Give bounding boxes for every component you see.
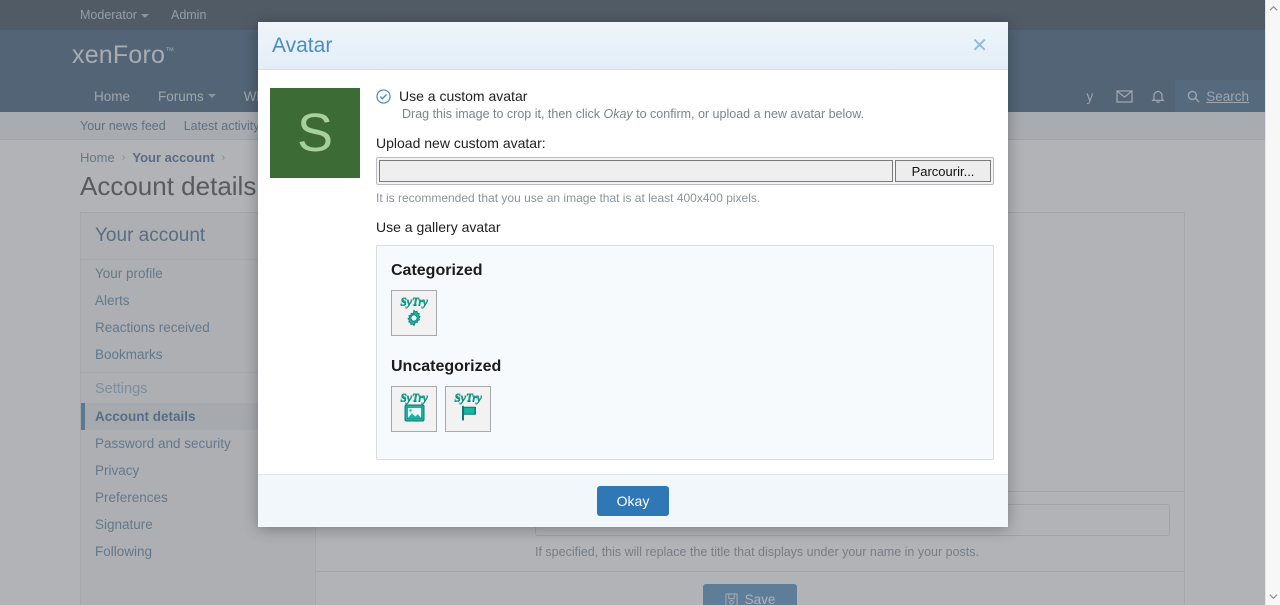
avatar-dialog-header: Avatar ✕ <box>258 22 1008 70</box>
use-custom-avatar-label: Use a custom avatar <box>399 88 527 104</box>
use-custom-avatar-option[interactable]: Use a custom avatar <box>376 88 994 104</box>
file-path-input[interactable] <box>379 160 893 182</box>
avatar-dialog-title: Avatar <box>272 34 965 58</box>
okay-button[interactable]: Okay <box>597 486 670 516</box>
image-icon <box>404 404 425 422</box>
flag-icon <box>458 404 479 422</box>
avatar-dialog-body: S Use a custom avatar Drag this image to… <box>258 70 1008 474</box>
screen: Moderator Admin xenForo™ Home Forums Wh … <box>0 0 1280 605</box>
avatar-gallery: Categorized SyTry Uncategorized <box>376 245 994 460</box>
gallery-avatar-flag[interactable]: SyTry <box>445 386 491 432</box>
avatar-dialog: Avatar ✕ S Use a custom avatar Drag this… <box>258 22 1008 527</box>
desc-emphasis: Okay <box>603 107 632 121</box>
gallery-group-uncategorized: SyTry SyTry <box>391 386 979 432</box>
custom-avatar-description: Drag this image to crop it, then click O… <box>402 107 994 121</box>
scroll-up-arrow-icon[interactable] <box>1266 0 1280 17</box>
browser-scrollbar[interactable] <box>1265 0 1280 605</box>
gallery-avatar-gear[interactable]: SyTry <box>391 290 437 336</box>
scroll-down-arrow-icon[interactable] <box>1266 588 1280 605</box>
check-circle-icon <box>376 89 391 104</box>
gallery-label: Use a gallery avatar <box>376 219 994 235</box>
gallery-avatar-watermark: SyTry <box>400 295 427 307</box>
close-icon[interactable]: ✕ <box>965 32 994 60</box>
upload-label: Upload new custom avatar: <box>376 135 994 151</box>
gear-icon <box>404 308 424 328</box>
desc-before: Drag this image to crop it, then click <box>402 107 603 121</box>
gallery-group-heading-uncategorized: Uncategorized <box>391 358 979 376</box>
gallery-group-categorized: SyTry <box>391 290 979 336</box>
gallery-avatar-image[interactable]: SyTry <box>391 386 437 432</box>
gallery-avatar-watermark: SyTry <box>400 391 427 403</box>
gallery-avatar-watermark: SyTry <box>454 391 481 403</box>
gallery-group-heading-categorized: Categorized <box>391 262 979 280</box>
browse-button[interactable]: Parcourir... <box>895 160 991 182</box>
desc-after: to confirm, or upload a new avatar below… <box>633 107 864 121</box>
avatar-dialog-footer: Okay <box>258 474 1008 527</box>
avatar-options: Use a custom avatar Drag this image to c… <box>376 88 994 460</box>
file-upload-row: Parcourir... <box>376 157 994 185</box>
upload-hint: It is recommended that you use an image … <box>376 191 994 205</box>
avatar-preview[interactable]: S <box>270 88 360 178</box>
